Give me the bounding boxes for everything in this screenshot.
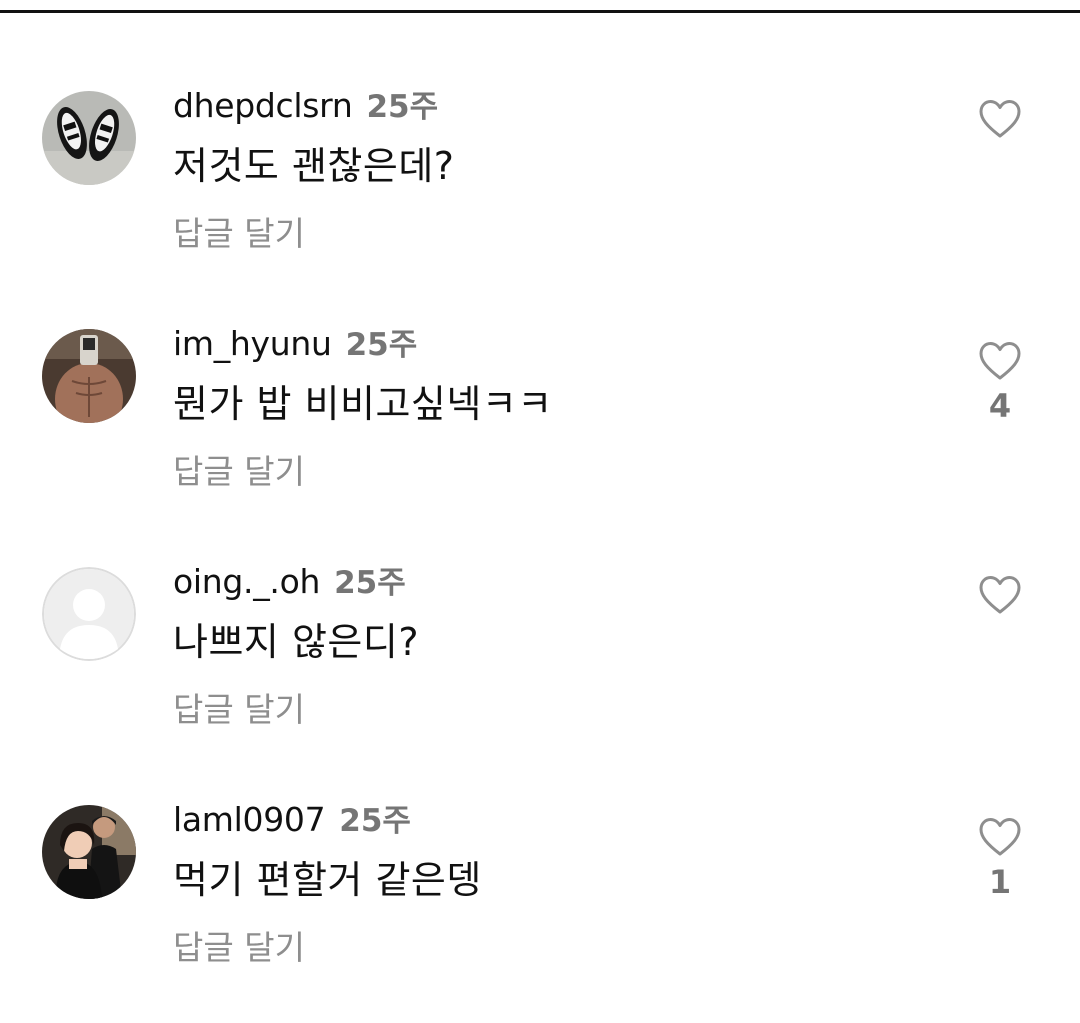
comment-text: 먹기 편할거 같은뎅: [173, 858, 482, 902]
heart-outline-icon[interactable]: [978, 817, 1022, 857]
comment-item: im_hyunu 25주 뭔가 밥 비비고싶넥ㅋㅋ 답글 달기 4: [0, 324, 1080, 529]
heart-outline-icon[interactable]: [978, 99, 1022, 139]
sneakers-avatar-image: [42, 91, 136, 185]
avatar[interactable]: [42, 91, 136, 185]
timestamp: 25주: [366, 89, 439, 125]
heart-outline-icon[interactable]: [978, 341, 1022, 381]
comment-item: laml0907 25주 먹기 편할거 같은뎅 답글 달기 1: [0, 800, 1080, 1005]
reply-button[interactable]: 답글 달기: [173, 207, 305, 255]
avatar[interactable]: [42, 805, 136, 899]
reply-button[interactable]: 답글 달기: [173, 683, 305, 731]
comment-meta: im_hyunu 25주: [173, 319, 417, 363]
comment-meta: laml0907 25주: [173, 795, 411, 839]
avatar[interactable]: [42, 329, 136, 423]
comment-text: 뭔가 밥 비비고싶넥ㅋㅋ: [173, 382, 553, 426]
mirror-selfie-avatar-image: [42, 329, 136, 423]
top-divider: [0, 10, 1080, 13]
username-link[interactable]: dhepdclsrn: [173, 86, 353, 125]
username-link[interactable]: oing._.oh: [173, 562, 320, 601]
timestamp: 25주: [334, 565, 406, 601]
username-link[interactable]: laml0907: [173, 800, 326, 839]
couple-avatar-image: [42, 805, 136, 899]
like-count: 4: [988, 387, 1012, 425]
heart-outline-icon[interactable]: [978, 575, 1022, 615]
avatar[interactable]: [42, 567, 136, 661]
default-avatar-image: [42, 567, 136, 661]
timestamp: 25주: [345, 327, 418, 363]
comment-text: 나쁘지 않은디?: [173, 620, 420, 664]
comment-item: oing._.oh 25주 나쁘지 않은디? 답글 달기: [0, 562, 1080, 767]
like-area: 1: [966, 817, 1034, 901]
like-area: [966, 575, 1034, 621]
like-area: [966, 99, 1034, 145]
like-area: 4: [966, 341, 1034, 425]
comment-meta: dhepdclsrn 25주: [173, 81, 438, 125]
comment-meta: oing._.oh 25주: [173, 557, 406, 601]
username-link[interactable]: im_hyunu: [173, 324, 332, 363]
reply-button[interactable]: 답글 달기: [173, 445, 305, 493]
reply-button[interactable]: 답글 달기: [173, 921, 305, 969]
comment-text: 저것도 괜찮은데?: [173, 144, 455, 188]
like-count: 1: [988, 863, 1012, 901]
timestamp: 25주: [339, 803, 411, 839]
comment-item: dhepdclsrn 25주 저것도 괜찮은데? 답글 달기: [0, 86, 1080, 291]
